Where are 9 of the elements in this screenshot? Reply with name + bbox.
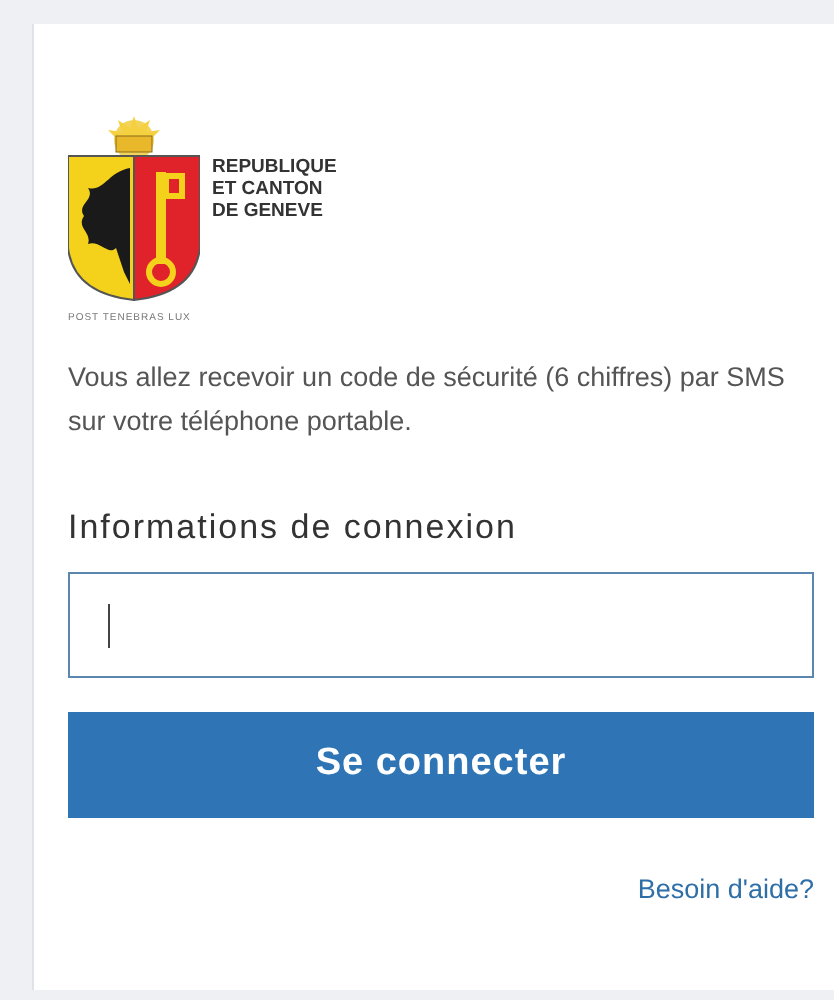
connect-button[interactable]: Se connecter — [68, 712, 814, 818]
logo-text-line: ET CANTON — [212, 178, 325, 200]
logo-text-line: REPUBLIQUE — [212, 156, 337, 178]
help-link[interactable]: Besoin d'aide? — [637, 870, 814, 911]
logo-text-line: DE GENEVE — [212, 200, 325, 222]
sms-info-text: Vous allez recevoir un code de sécurité (6 chiffres) par SMS sur votre téléphone portable. — [68, 359, 787, 440]
text-cursor — [108, 603, 110, 647]
login-label: Informations de connexion — [68, 505, 519, 549]
login-input-field[interactable] — [68, 572, 814, 678]
